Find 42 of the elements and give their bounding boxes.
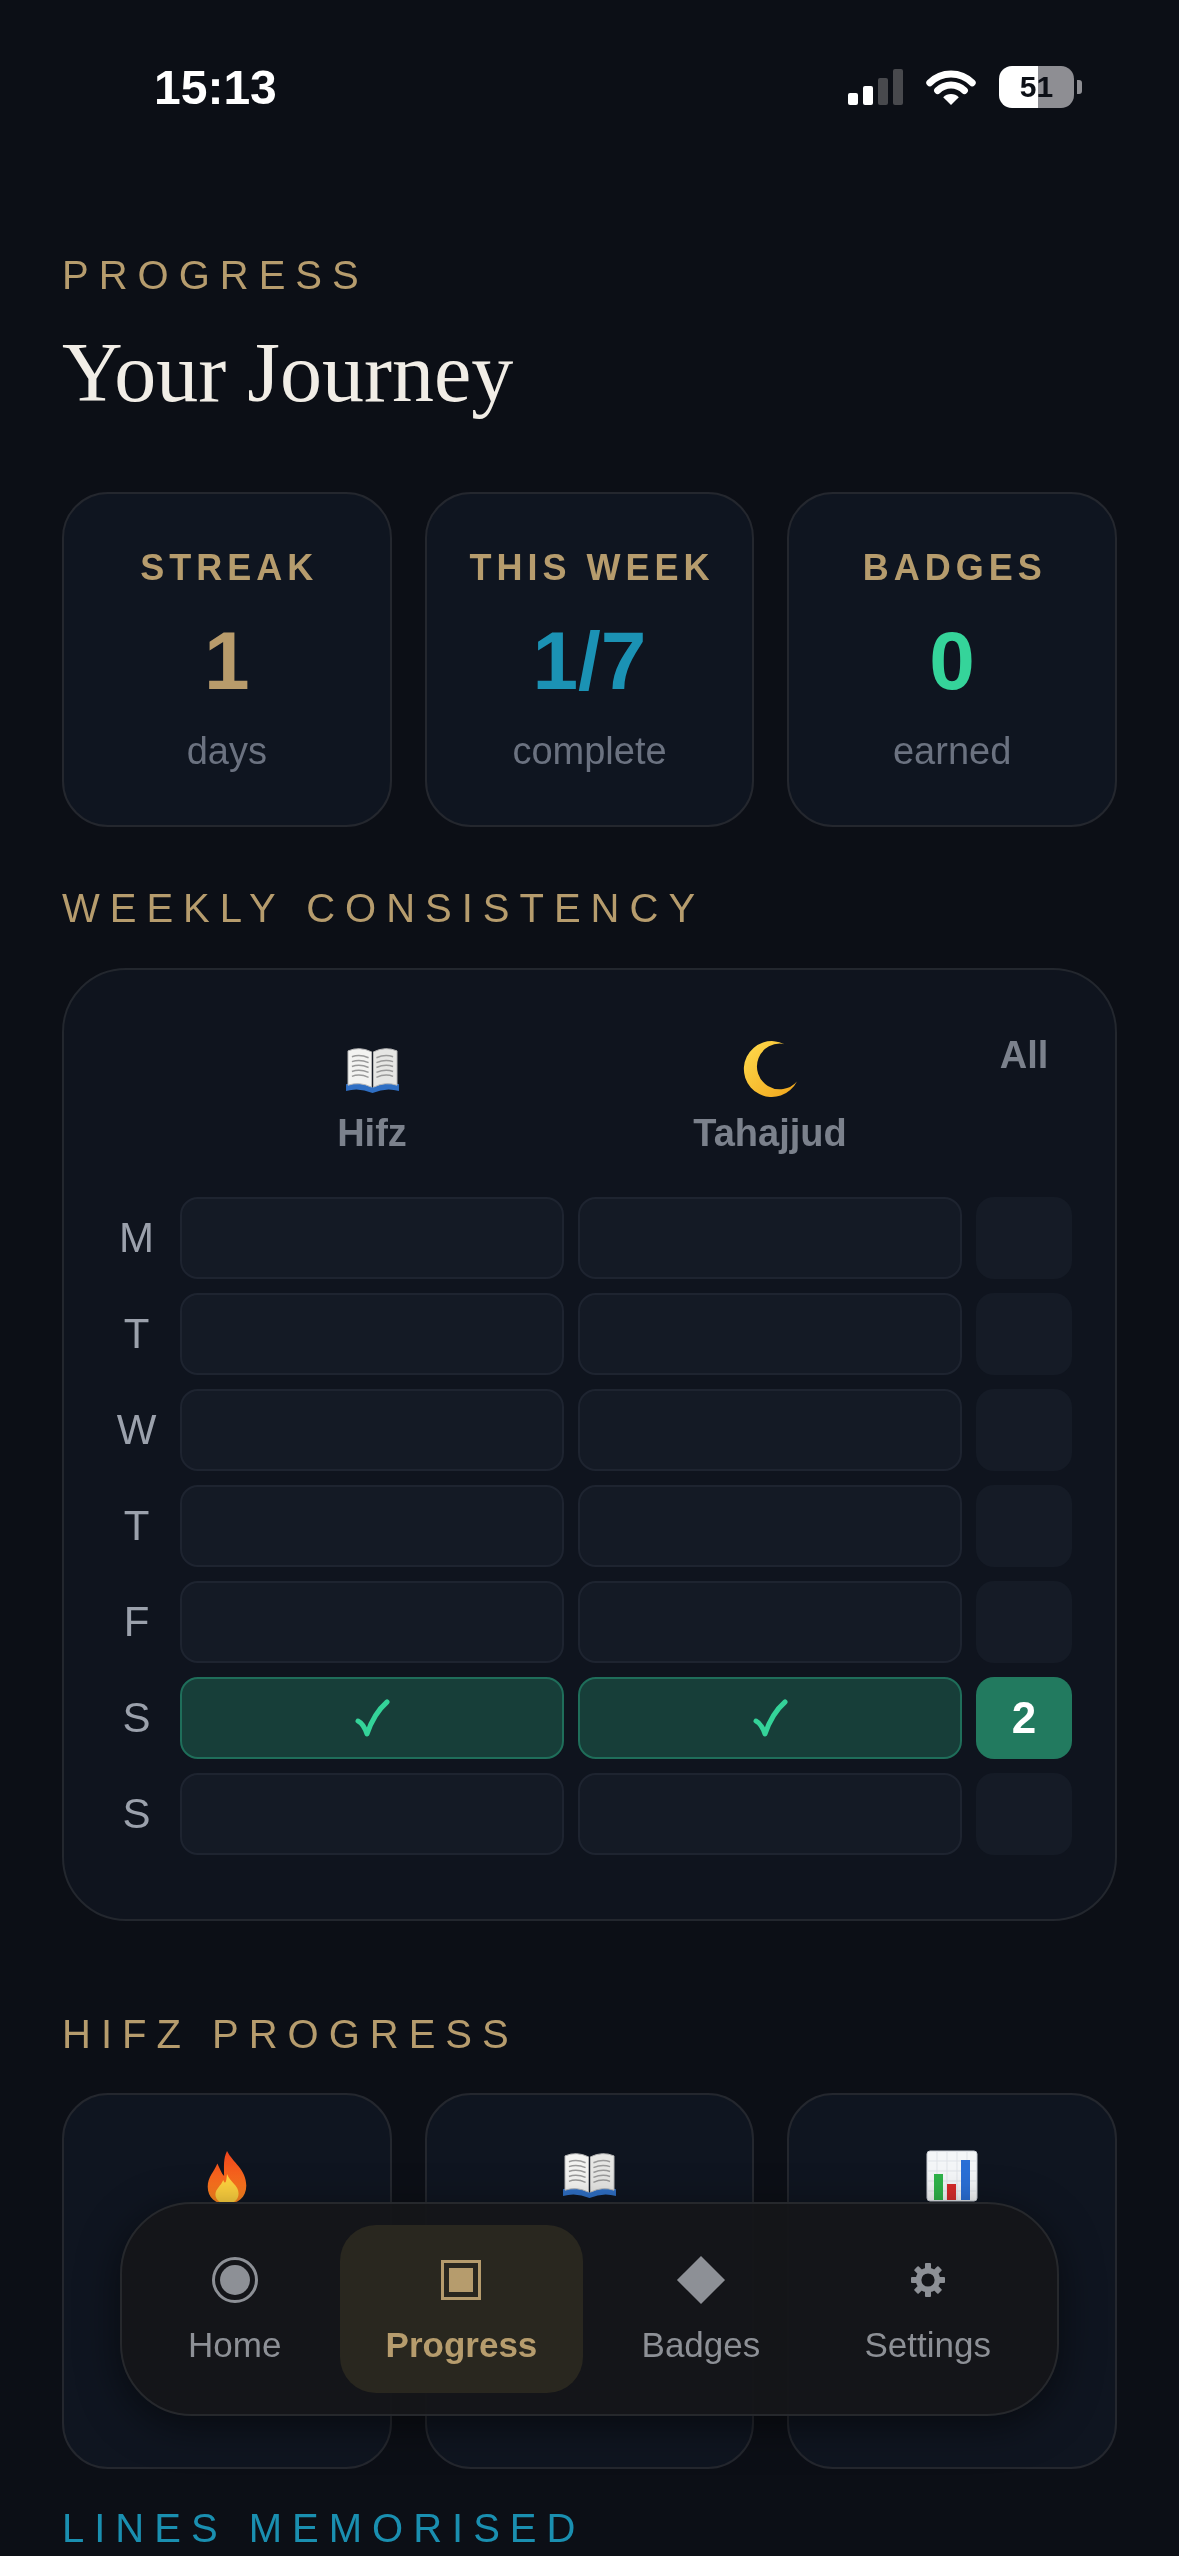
habit-column-label: Tahajjud: [693, 1111, 847, 1156]
status-time: 15:13: [154, 59, 277, 115]
nav-tab[interactable]: Badges: [595, 2225, 807, 2393]
stat-value: 1: [204, 620, 250, 702]
day-label: S: [122, 1694, 151, 1742]
stat-value: 1/7: [532, 620, 647, 702]
battery-indicator: 51: [999, 66, 1082, 108]
day-label: M: [119, 1214, 154, 1262]
diamond-icon: [675, 2254, 726, 2305]
total-column-label: All: [999, 1033, 1049, 1078]
check-icon: [752, 1699, 788, 1737]
page-title: Your Journey: [62, 327, 515, 419]
habit-column-label: Hifz: [337, 1111, 407, 1156]
day-label: W: [116, 1406, 157, 1454]
day-label: S: [122, 1790, 151, 1838]
wifi-icon: [925, 68, 977, 106]
framed-square-icon: [441, 2259, 482, 2300]
gear-icon: [910, 2262, 945, 2297]
day-label: F: [123, 1598, 150, 1646]
signal-icon: [848, 69, 903, 105]
nav-tab[interactable]: Settings: [818, 2225, 1037, 2393]
section-title: LINES MEMORISED: [62, 2508, 587, 2548]
check-icon: [354, 1699, 390, 1737]
stat-unit: days: [186, 729, 267, 774]
stat-unit: complete: [512, 729, 667, 774]
crescent-moon-icon: [742, 1040, 798, 1098]
stat-unit: earned: [893, 729, 1012, 774]
stat-label: BADGES: [861, 546, 1047, 590]
bar-chart-icon: [926, 2150, 979, 2202]
page-eyebrow: PROGRESS: [62, 252, 370, 299]
day-total: 2: [976, 1677, 1072, 1759]
stat-label: THIS WEEK: [468, 546, 715, 590]
nav-tab[interactable]: Home: [142, 2225, 328, 2393]
circle-dot-icon: [211, 2256, 258, 2303]
stat-value: 0: [929, 620, 975, 702]
open-book-icon: [561, 2150, 618, 2199]
section-title: WEEKLY CONSISTENCY: [62, 885, 707, 932]
section-title: HIFZ PROGRESS: [62, 2011, 520, 2058]
stat-label: STREAK: [139, 546, 319, 590]
day-label: T: [123, 1502, 150, 1550]
day-label: T: [123, 1310, 150, 1358]
nav-tab[interactable]: Progress: [339, 2225, 584, 2393]
